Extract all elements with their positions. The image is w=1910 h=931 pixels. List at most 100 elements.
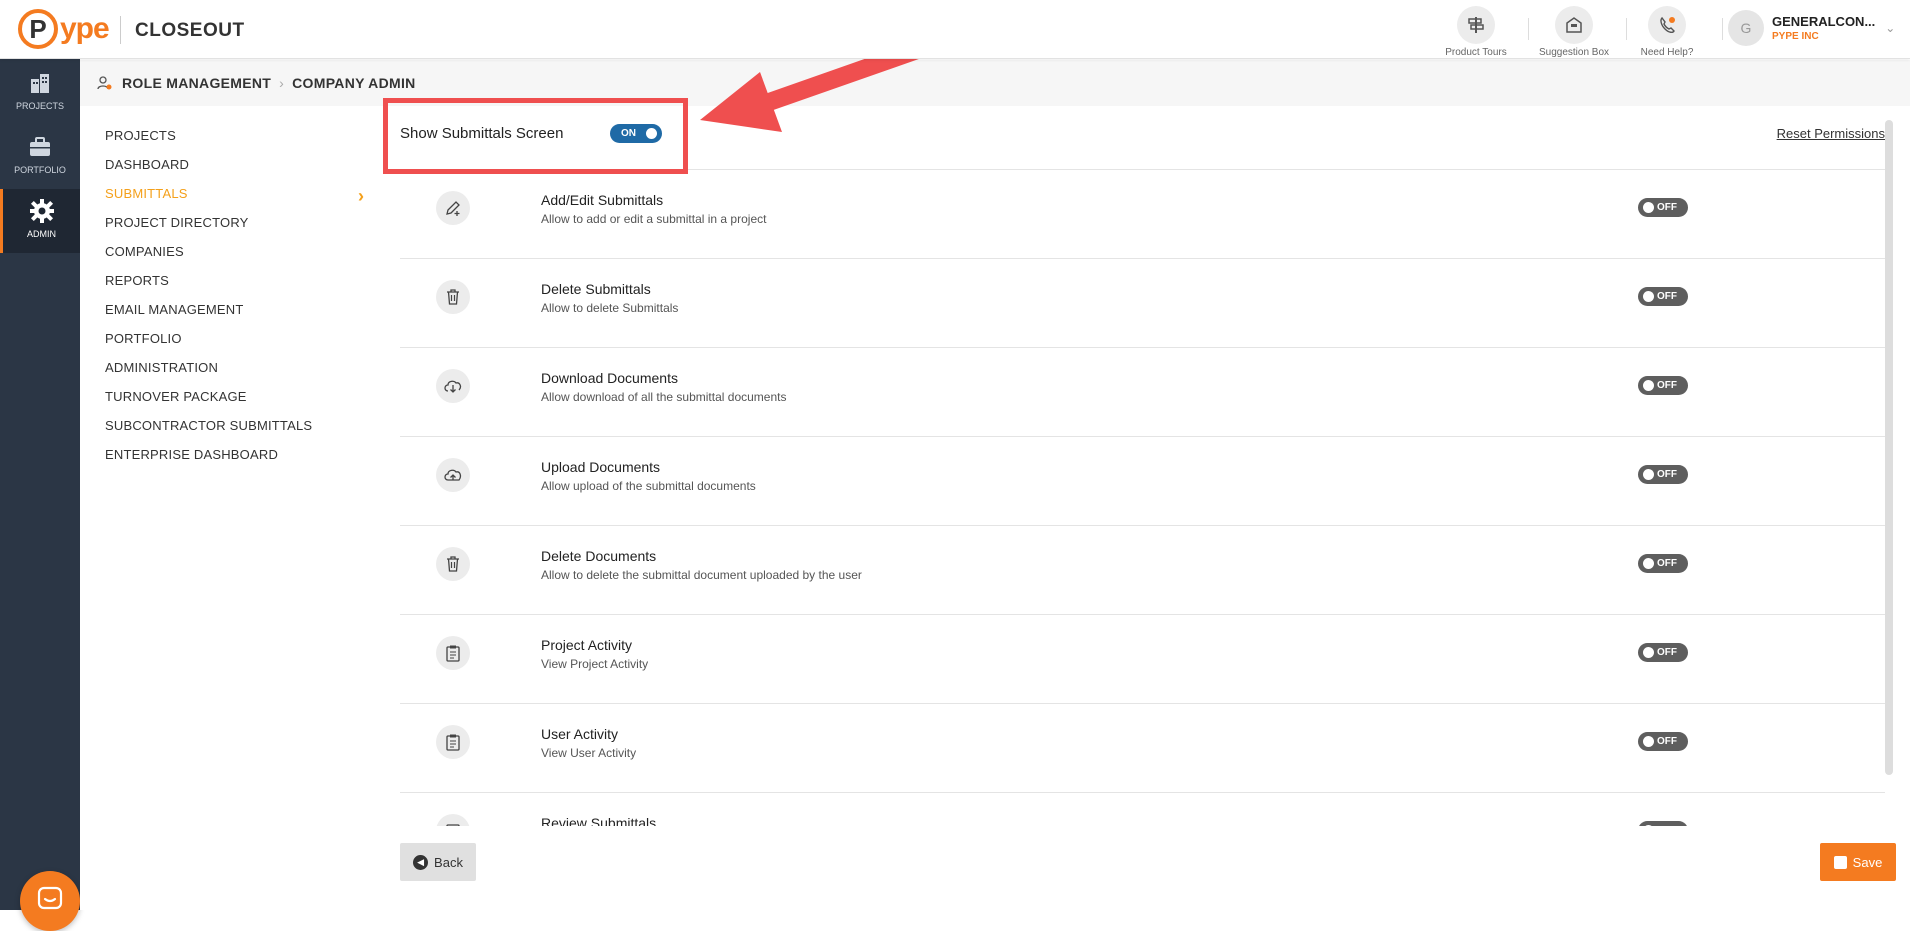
pype-logo[interactable]: P ype [18, 9, 110, 49]
briefcase-icon [26, 133, 54, 161]
breadcrumb: ROLE MANAGEMENT › COMPANY ADMIN [80, 60, 1910, 106]
user-menu[interactable]: G GENERALCON... PYPE INC ⌄ [1728, 10, 1895, 46]
menu-item-submittals[interactable]: SUBMITTALS [105, 186, 188, 201]
toggle-knob [1643, 380, 1654, 391]
menu-item-administration[interactable]: ADMINISTRATION [105, 360, 218, 375]
toggle-knob [1643, 825, 1654, 826]
menu-item-email-management[interactable]: EMAIL MANAGEMENT [105, 302, 244, 317]
toggle-state: OFF [1657, 736, 1677, 747]
permission-row: Delete Documents Allow to delete the sub… [400, 526, 1885, 615]
breadcrumb-company-admin: COMPANY ADMIN [292, 75, 416, 91]
permissions-panel: Show Submittals Screen ON Reset Permissi… [400, 106, 1885, 826]
top-bar: P ype CLOSEOUT Product Tours Suggestion … [0, 0, 1910, 59]
need-help-label: Need Help? [1640, 47, 1694, 58]
permission-title: Download Documents [541, 370, 678, 386]
permission-description: Allow to delete Submittals [541, 301, 679, 315]
scrollbar-thumb[interactable] [1885, 120, 1893, 775]
cloud-download-icon [436, 369, 470, 403]
permission-toggle[interactable]: OFF [1638, 821, 1688, 826]
permission-description: Allow upload of the submittal documents [541, 479, 756, 493]
menu-item-portfolio[interactable]: PORTFOLIO [105, 331, 182, 346]
logo-divider [120, 16, 121, 44]
menu-item-turnover-package[interactable]: TURNOVER PACKAGE [105, 389, 247, 404]
back-label: Back [434, 854, 463, 870]
need-help-button[interactable]: Need Help? [1622, 6, 1712, 58]
permission-row: Review Submittals OFF [400, 793, 1885, 826]
user-name: GENERALCON... [1772, 14, 1876, 29]
clipboard-icon [436, 725, 470, 759]
chat-icon [36, 885, 64, 918]
permission-toggle[interactable]: OFF [1638, 465, 1688, 484]
content-scrollbar[interactable] [1885, 120, 1895, 825]
building-icon [26, 69, 54, 97]
annotation-highlight-box [383, 98, 688, 174]
permission-toggle[interactable]: OFF [1638, 554, 1688, 573]
nav-projects[interactable]: PROJECTS [0, 61, 80, 125]
nav-portfolio[interactable]: PORTFOLIO [0, 125, 80, 189]
toggle-state: OFF [1657, 558, 1677, 569]
permission-title: Review Submittals [541, 815, 657, 826]
permission-toggle[interactable]: OFF [1638, 732, 1688, 751]
menu-item-projects[interactable]: PROJECTS [105, 128, 176, 143]
reset-permissions-link[interactable]: Reset Permissions [1777, 126, 1885, 141]
toggle-state: OFF [1657, 380, 1677, 391]
nav-admin[interactable]: ADMIN [0, 189, 80, 253]
toggle-state: OFF [1657, 647, 1677, 658]
permission-description: Allow download of all the submittal docu… [541, 390, 787, 404]
permission-description: View Project Activity [541, 657, 649, 671]
toggle-knob [1643, 558, 1654, 569]
toggle-knob [1643, 291, 1654, 302]
product-tours-button[interactable]: Product Tours [1431, 6, 1521, 58]
permission-title: Upload Documents [541, 459, 661, 475]
logo-mark: P [18, 9, 58, 49]
permission-description: Allow to add or edit a submittal in a pr… [541, 212, 767, 226]
cloud-upload-icon [436, 458, 470, 492]
permission-toggle[interactable]: OFF [1638, 643, 1688, 662]
menu-item-dashboard[interactable]: DASHBOARD [105, 157, 189, 172]
user-company: PYPE INC [1772, 31, 1819, 42]
menu-item-reports[interactable]: REPORTS [105, 273, 169, 288]
breadcrumb-role-management[interactable]: ROLE MANAGEMENT [122, 75, 271, 91]
permission-row: Upload Documents Allow upload of the sub… [400, 437, 1885, 526]
suggestion-box-icon [1555, 6, 1593, 44]
permission-title: Add/Edit Submittals [541, 192, 664, 208]
review-icon [436, 814, 470, 826]
back-button[interactable]: ◀ Back [400, 843, 476, 881]
menu-item-project-directory[interactable]: PROJECT DIRECTORY [105, 215, 249, 230]
product-tours-label: Product Tours [1445, 47, 1507, 58]
clipboard-icon [436, 636, 470, 670]
menu-item-companies[interactable]: COMPANIES [105, 244, 184, 259]
suggestion-box-label: Suggestion Box [1538, 47, 1610, 58]
side-navigation: PROJECTS PORTFOLIO ADMIN [0, 59, 80, 931]
toggle-knob [1643, 736, 1654, 747]
permission-title: Delete Documents [541, 548, 657, 564]
chevron-right-icon: › [358, 186, 364, 206]
toggle-state: OFF [1657, 825, 1677, 826]
chat-launcher-button[interactable] [20, 871, 80, 931]
gear-icon [28, 197, 56, 225]
suggestion-box-button[interactable]: Suggestion Box [1529, 6, 1619, 58]
toggle-state: OFF [1657, 291, 1677, 302]
permission-row: Download Documents Allow download of all… [400, 348, 1885, 437]
permission-row: User Activity View User Activity OFF [400, 704, 1885, 793]
permission-title: Delete Submittals [541, 281, 651, 297]
toggle-knob [1643, 647, 1654, 658]
permission-toggle[interactable]: OFF [1638, 287, 1688, 306]
permission-title: Project Activity [541, 637, 633, 653]
permission-toggle[interactable]: OFF [1638, 198, 1688, 217]
chevron-right-icon: › [279, 75, 285, 91]
avatar: G [1728, 10, 1764, 46]
save-icon [1833, 855, 1847, 869]
menu-item-enterprise-dashboard[interactable]: ENTERPRISE DASHBOARD [105, 447, 278, 462]
permission-description: Allow to delete the submittal document u… [541, 568, 862, 582]
trash-icon [436, 547, 470, 581]
save-label: Save [1852, 854, 1883, 870]
back-arrow-icon: ◀ [413, 854, 429, 870]
permission-toggle[interactable]: OFF [1638, 376, 1688, 395]
save-button[interactable]: Save [1820, 843, 1896, 881]
permission-category-menu: PROJECTS DASHBOARD SUBMITTALS › PROJECT … [80, 106, 380, 910]
signpost-icon [1457, 6, 1495, 44]
menu-item-subcontractor-submittals[interactable]: SUBCONTRACTOR SUBMITTALS [105, 418, 312, 433]
toggle-knob [1643, 469, 1654, 480]
toggle-state: OFF [1657, 469, 1677, 480]
